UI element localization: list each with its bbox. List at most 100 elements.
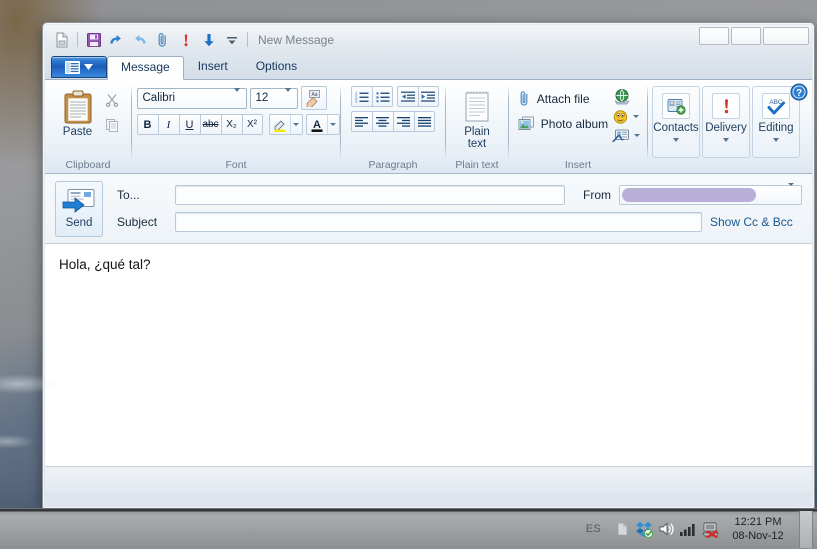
title-bar[interactable]: New Message: [45, 25, 812, 54]
network-signal-icon[interactable]: [677, 509, 699, 549]
underline-button[interactable]: U: [178, 114, 200, 135]
show-cc-bcc-link[interactable]: Show Cc & Bcc: [710, 215, 793, 229]
align-center-button[interactable]: [372, 111, 393, 132]
customize-icon[interactable]: [220, 28, 243, 51]
contacts-caret-icon[interactable]: [673, 138, 679, 142]
attach-file-icon: [518, 90, 531, 107]
help-button[interactable]: ?: [790, 83, 808, 101]
signature-caret-icon[interactable]: [634, 134, 641, 137]
dropbox-icon[interactable]: [633, 509, 655, 549]
font-style-buttons[interactable]: B I U abc X₂ X²: [136, 114, 263, 135]
send-button[interactable]: Send: [55, 180, 103, 237]
plain-text-label-line1: Plain: [464, 126, 490, 138]
decrease-indent-button[interactable]: [397, 86, 418, 107]
ribbon-tab-bar[interactable]: Message Insert Options: [45, 54, 812, 80]
align-right-button[interactable]: [393, 111, 414, 132]
redo-icon[interactable]: [128, 28, 151, 51]
tab-options[interactable]: Options: [242, 55, 311, 79]
font-size-caret-icon[interactable]: [281, 88, 295, 104]
editing-label: Editing: [758, 122, 794, 134]
cut-icon[interactable]: [102, 89, 123, 110]
tab-insert[interactable]: Insert: [184, 55, 242, 79]
highlight-color-split[interactable]: [268, 114, 303, 135]
font-family-caret-icon[interactable]: [230, 88, 244, 104]
group-label-clipboard: Clipboard: [65, 159, 111, 171]
language-indicator[interactable]: ES: [580, 523, 611, 535]
clock[interactable]: 12:21 PM 08-Nov-12: [721, 515, 795, 543]
group-label-font: Font: [225, 159, 247, 171]
font-color-caret-icon[interactable]: [326, 115, 339, 134]
plain-text-label-line2: text: [467, 138, 487, 150]
indent-buttons[interactable]: [397, 86, 439, 107]
italic-button[interactable]: I: [157, 114, 179, 135]
from-caret-icon[interactable]: [782, 183, 800, 204]
attach-file-button[interactable]: Attach file: [518, 90, 608, 107]
highlight-caret-icon[interactable]: [289, 115, 302, 134]
italic-label: I: [166, 118, 171, 131]
list-buttons[interactable]: 123: [351, 86, 393, 107]
superscript-button[interactable]: X²: [241, 114, 263, 135]
plain-text-button[interactable]: Plain text: [455, 86, 499, 151]
app-menu-button[interactable]: [51, 56, 107, 78]
svg-text:3: 3: [355, 98, 358, 103]
photo-album-label: Photo album: [540, 116, 609, 131]
save-icon[interactable]: [82, 28, 105, 51]
font-family-combo[interactable]: Calibri: [136, 87, 247, 109]
copy-icon[interactable]: [102, 114, 123, 135]
taskbar[interactable]: ES 12:21 PM 08-Nov-12: [0, 508, 817, 549]
paste-button[interactable]: Paste: [56, 86, 100, 139]
toolbar-separator: [77, 32, 78, 47]
minimize-button[interactable]: [699, 27, 729, 45]
maximize-button[interactable]: [731, 27, 761, 45]
show-hidden-icons-icon[interactable]: [611, 509, 633, 549]
network-disconnected-icon[interactable]: [699, 509, 721, 549]
font-color-icon[interactable]: A: [307, 117, 327, 133]
photo-album-icon: [518, 116, 535, 131]
show-desktop-button[interactable]: [799, 510, 813, 548]
message-body-text[interactable]: Hola, ¿qué tal?: [59, 256, 798, 274]
from-label: From: [583, 188, 611, 202]
font-color-split[interactable]: A: [305, 114, 340, 135]
highlight-icon[interactable]: [270, 117, 290, 133]
contacts-button[interactable]: Contacts: [652, 86, 700, 158]
send-receive-icon[interactable]: [197, 28, 220, 51]
to-label[interactable]: To...: [117, 188, 175, 202]
tab-message[interactable]: Message: [107, 56, 184, 80]
emoji-button[interactable]: [612, 108, 640, 125]
address-fields: To... From Subject Show Cc & Bcc: [117, 183, 802, 232]
subject-input[interactable]: [175, 212, 702, 232]
new-message-icon[interactable]: [50, 28, 73, 51]
strikethrough-button[interactable]: abc: [199, 114, 221, 135]
message-body[interactable]: Hola, ¿qué tal?: [45, 244, 812, 466]
to-input[interactable]: [175, 185, 565, 205]
delivery-caret-icon[interactable]: [723, 138, 729, 142]
undo-icon[interactable]: [105, 28, 128, 51]
increase-indent-button[interactable]: [418, 86, 439, 107]
window-controls[interactable]: [699, 27, 809, 45]
ribbon-group-paragraph: 123 Paragraph: [341, 82, 445, 173]
justify-button[interactable]: [414, 111, 435, 132]
contacts-icon: [667, 98, 686, 115]
numbered-list-button[interactable]: 123: [351, 86, 372, 107]
bold-button[interactable]: B: [136, 114, 158, 135]
delivery-button[interactable]: Delivery: [702, 86, 750, 158]
priority-icon[interactable]: [174, 28, 197, 51]
hyperlink-button[interactable]: [612, 88, 640, 106]
font-size-value: 12: [255, 92, 269, 104]
signature-button[interactable]: [612, 127, 641, 144]
underline-label: U: [185, 118, 194, 131]
volume-icon[interactable]: [655, 509, 677, 549]
bulleted-list-button[interactable]: [372, 86, 393, 107]
align-left-button[interactable]: [351, 111, 372, 132]
attach-icon[interactable]: [151, 28, 174, 51]
emoji-caret-icon[interactable]: [633, 115, 640, 118]
close-button[interactable]: [763, 27, 809, 45]
alignment-buttons[interactable]: [351, 111, 435, 132]
font-family-value: Calibri: [142, 92, 176, 104]
from-select[interactable]: [619, 183, 802, 205]
photo-album-button[interactable]: Photo album: [518, 116, 608, 131]
subscript-button[interactable]: X₂: [220, 114, 242, 135]
clear-formatting-icon[interactable]: Aa: [300, 86, 327, 110]
font-size-combo[interactable]: 12: [249, 87, 298, 109]
editing-caret-icon[interactable]: [773, 138, 779, 142]
